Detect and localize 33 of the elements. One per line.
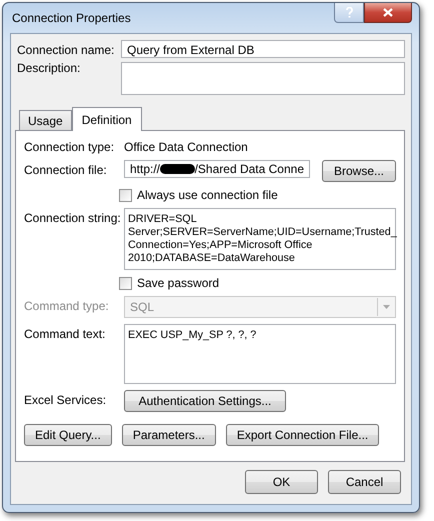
text-area[interactable]: EXEC USP_My_SP ?, ?, ? [124,324,396,384]
dropdown-arrow-icon [383,305,390,309]
close-button[interactable] [364,3,412,23]
action-button[interactable]: Export Connection File... [226,424,380,446]
field-label: Description: [16,60,82,75]
checkbox-label[interactable]: Always use connection file [137,188,278,202]
question-mark-icon [346,7,352,18]
close-icon [383,8,393,17]
browse-button[interactable]: Browse... [322,160,396,182]
field-label: Command text: [23,326,106,341]
authentication-settings-button[interactable]: Authentication Settings... [124,390,286,412]
dialog-button[interactable]: Cancel [328,470,401,494]
field-label: Command type: [23,298,110,313]
description-field[interactable] [121,62,405,95]
checkbox-label[interactable]: Save password [137,276,220,290]
connection-name-field[interactable]: Query from External DB [121,40,405,58]
field-label: Connection name: [16,42,116,57]
tab[interactable]: Usage [19,110,72,130]
dialog-button[interactable]: OK [245,470,318,494]
field-label: Connection file: [23,162,108,177]
field-label: Connection type: [23,139,116,154]
checkbox[interactable] [119,276,132,290]
help-button[interactable] [334,3,364,23]
file-path-field[interactable]: http:// /Shared Data Conne [124,160,310,178]
field-label: Connection string: [23,210,120,225]
action-button[interactable]: Parameters... [122,424,216,446]
text-area[interactable]: DRIVER=SQL Server;SERVER=ServerName;UID=Username;Trusted_ Connection=Yes;APP=Microsoft Office 2010;DATABASE=DataWarehouse [124,208,396,270]
field-value: Office Data Connection [124,139,248,154]
action-button[interactable]: Edit Query... [24,424,112,446]
field-label: Excel Services: [23,392,108,407]
tab[interactable]: Definition [72,107,142,131]
checkbox[interactable] [119,188,132,202]
window-title: Connection Properties [11,11,131,25]
